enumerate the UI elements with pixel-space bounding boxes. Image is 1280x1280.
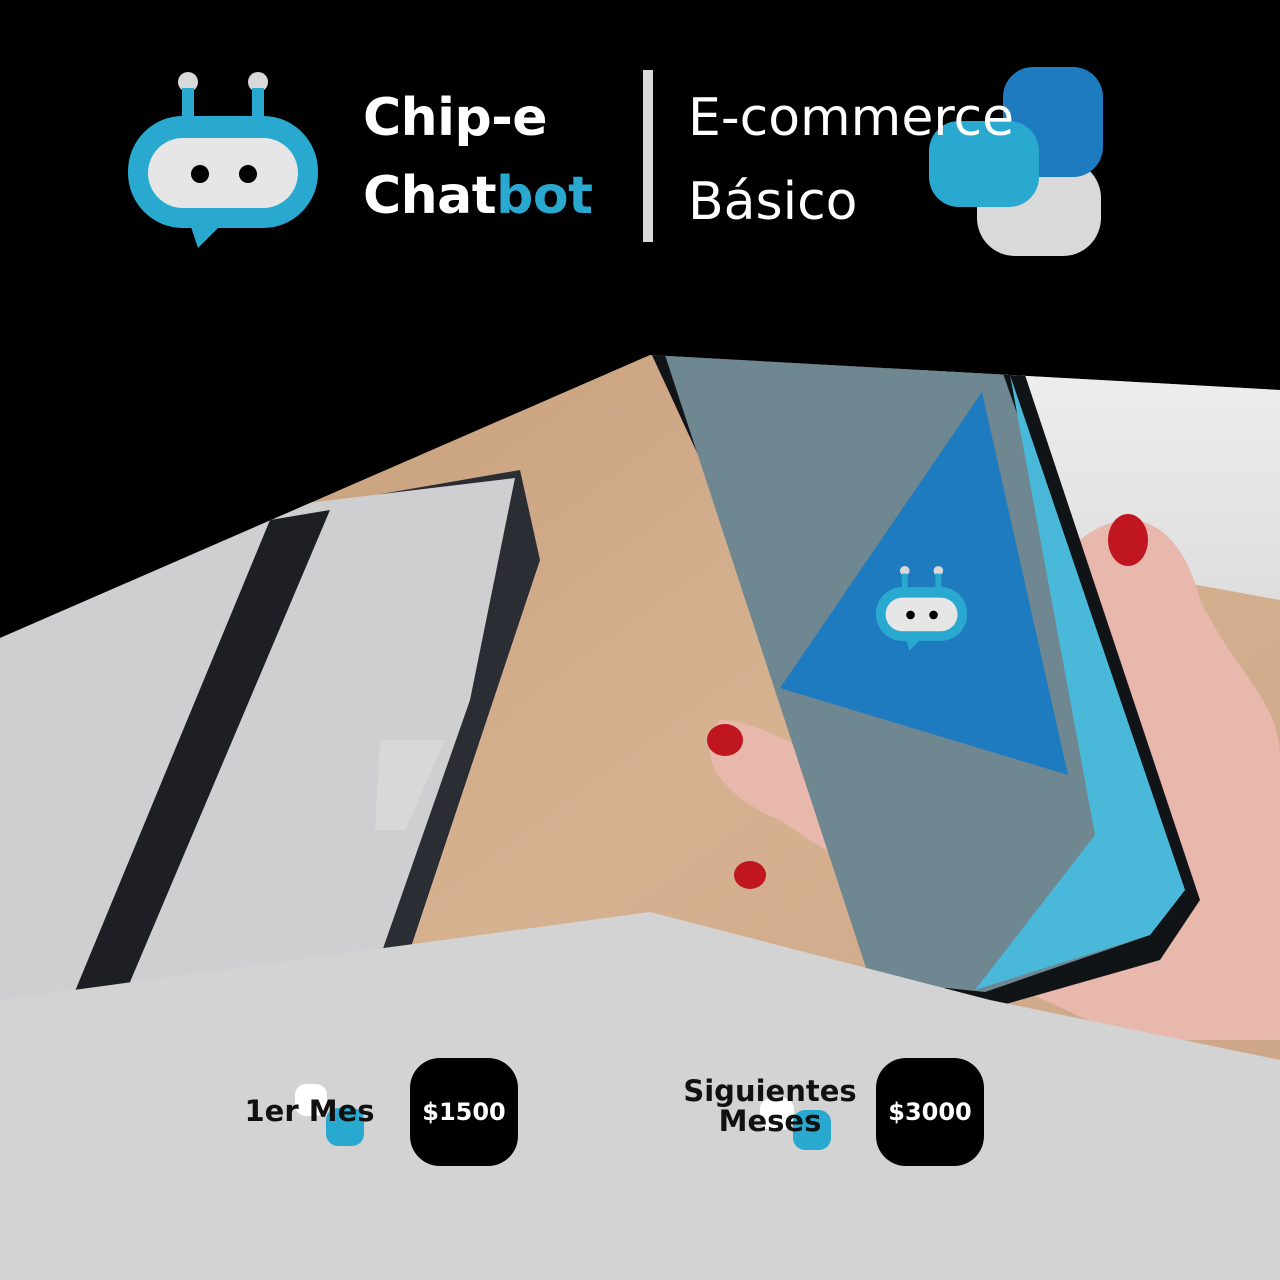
hero-photo [0,355,1280,1280]
promo-card: Chip-e Chatbot E-commerce Básico 1er Mes… [0,0,1280,1280]
price-value: $3000 [888,1098,972,1126]
price-label-following-months: Siguientes Meses [670,1076,870,1137]
price-badge-first-month: $1500 [410,1058,518,1166]
price-label-line: Meses [718,1104,822,1139]
price-label-line: 1er Mes [244,1094,375,1128]
price-label-first-month: 1er Mes [232,1096,387,1126]
price-badge-following-months: $3000 [876,1058,984,1166]
price-label-line: Siguientes [683,1074,857,1108]
price-value: $1500 [422,1098,506,1126]
